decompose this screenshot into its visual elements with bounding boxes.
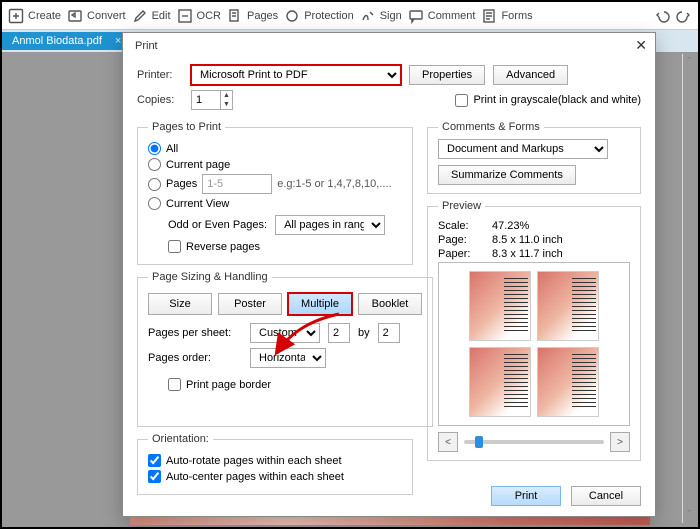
oddeven-label: Odd or Even Pages: [168, 219, 267, 231]
printer-select[interactable]: Microsoft Print to PDF [191, 65, 401, 85]
order-select[interactable]: Horizontal [250, 348, 326, 368]
pps-rows-input[interactable] [378, 323, 400, 343]
properties-button[interactable]: Properties [409, 65, 485, 85]
preview-prev-button[interactable]: < [438, 432, 458, 452]
forms-button[interactable]: Forms [481, 8, 532, 24]
protection-button[interactable]: Protection [284, 8, 354, 24]
autocenter-check[interactable]: Auto-center pages within each sheet [148, 470, 402, 483]
page-border-check[interactable]: Print page border [168, 378, 422, 391]
ocr-icon [177, 8, 193, 24]
poster-tab[interactable]: Poster [218, 293, 282, 315]
copies-down-icon[interactable]: ▼ [221, 100, 232, 109]
comment-icon [408, 8, 424, 24]
sign-icon [360, 8, 376, 24]
convert-icon [67, 8, 83, 24]
pps-cols-input[interactable] [328, 323, 350, 343]
print-button[interactable]: Print [491, 486, 561, 506]
multiple-tab[interactable]: Multiple [288, 293, 352, 315]
radio-current-page[interactable]: Current page [148, 158, 402, 171]
size-tab[interactable]: Size [148, 293, 212, 315]
scroll-down-icon[interactable]: ˇ [688, 509, 692, 521]
preview-thumb [537, 347, 599, 417]
close-tab-icon[interactable]: × [115, 35, 121, 47]
preview-thumb [537, 271, 599, 341]
summarize-comments-button[interactable]: Summarize Comments [438, 165, 576, 185]
pps-label: Pages per sheet: [148, 327, 242, 339]
pages-to-print-group: Pages to Print All Current page Pages e.… [137, 121, 413, 265]
pages-hint: e.g:1-5 or 1,4,7,8,10,.... [277, 178, 391, 190]
printer-label: Printer: [137, 69, 183, 81]
slider-thumb-icon[interactable] [475, 436, 483, 448]
document-tab[interactable]: Anmol Biodata.pdf × [2, 32, 132, 50]
sign-button[interactable]: Sign [360, 8, 402, 24]
cancel-button[interactable]: Cancel [571, 486, 641, 506]
window-scrollbar[interactable]: ˆ ˇ [682, 54, 696, 523]
preview-thumbnails [438, 262, 630, 426]
radio-pages[interactable]: Pages e.g:1-5 or 1,4,7,8,10,.... [148, 174, 402, 194]
scroll-up-icon[interactable]: ˆ [688, 56, 692, 68]
oddeven-select[interactable]: All pages in range [275, 215, 385, 235]
tab-label: Anmol Biodata.pdf [12, 35, 102, 47]
main-toolbar: Create Convert Edit OCR Pages Protection… [2, 2, 698, 30]
dialog-title: Print [135, 40, 158, 52]
redo-icon[interactable] [676, 8, 692, 24]
shield-icon [284, 8, 300, 24]
edit-button[interactable]: Edit [132, 8, 171, 24]
preview-next-button[interactable]: > [610, 432, 630, 452]
pps-mode-select[interactable]: Custom Sc [250, 323, 320, 343]
copies-input[interactable] [191, 90, 221, 110]
create-button[interactable]: Create [8, 8, 61, 24]
pages-icon [227, 8, 243, 24]
preview-group: Preview Scale:47.23% Page:8.5 x 11.0 inc… [427, 200, 641, 461]
preview-page: 8.5 x 11.0 inch [492, 234, 563, 246]
ocr-button[interactable]: OCR [177, 8, 221, 24]
preview-thumb [469, 271, 531, 341]
copies-stepper[interactable]: ▲▼ [191, 90, 233, 110]
page-sizing-group: Page Sizing & Handling Size Poster Multi… [137, 271, 433, 427]
orientation-group: Orientation: Auto-rotate pages within ea… [137, 433, 413, 495]
grayscale-check[interactable]: Print in grayscale(black and white) [455, 94, 641, 107]
copies-up-icon[interactable]: ▲ [221, 91, 232, 100]
comments-mode-select[interactable]: Document and Markups [438, 139, 608, 159]
convert-button[interactable]: Convert [67, 8, 126, 24]
forms-icon [481, 8, 497, 24]
preview-thumb [469, 347, 531, 417]
plus-icon [8, 8, 24, 24]
preview-paper: 8.3 x 11.7 inch [492, 248, 563, 260]
booklet-tab[interactable]: Booklet [358, 293, 422, 315]
comment-button[interactable]: Comment [408, 8, 476, 24]
undo-icon[interactable] [654, 8, 670, 24]
advanced-button[interactable]: Advanced [493, 65, 568, 85]
radio-current-view[interactable]: Current View [148, 197, 402, 210]
pencil-icon [132, 8, 148, 24]
autorotate-check[interactable]: Auto-rotate pages within each sheet [148, 454, 402, 467]
pages-button[interactable]: Pages [227, 8, 278, 24]
close-icon[interactable]: ✕ [635, 37, 647, 54]
create-label: Create [28, 10, 61, 22]
preview-scale: 47.23% [492, 220, 529, 232]
preview-slider[interactable] [464, 440, 604, 444]
reverse-check[interactable]: Reverse pages [168, 240, 402, 253]
pages-range-input[interactable] [202, 174, 272, 194]
copies-label: Copies: [137, 94, 183, 106]
radio-all[interactable]: All [148, 142, 402, 155]
comments-forms-group: Comments & Forms Document and Markups Su… [427, 121, 641, 194]
print-dialog: Print ✕ Printer: Microsoft Print to PDF … [122, 32, 656, 517]
order-label: Pages order: [148, 352, 242, 364]
